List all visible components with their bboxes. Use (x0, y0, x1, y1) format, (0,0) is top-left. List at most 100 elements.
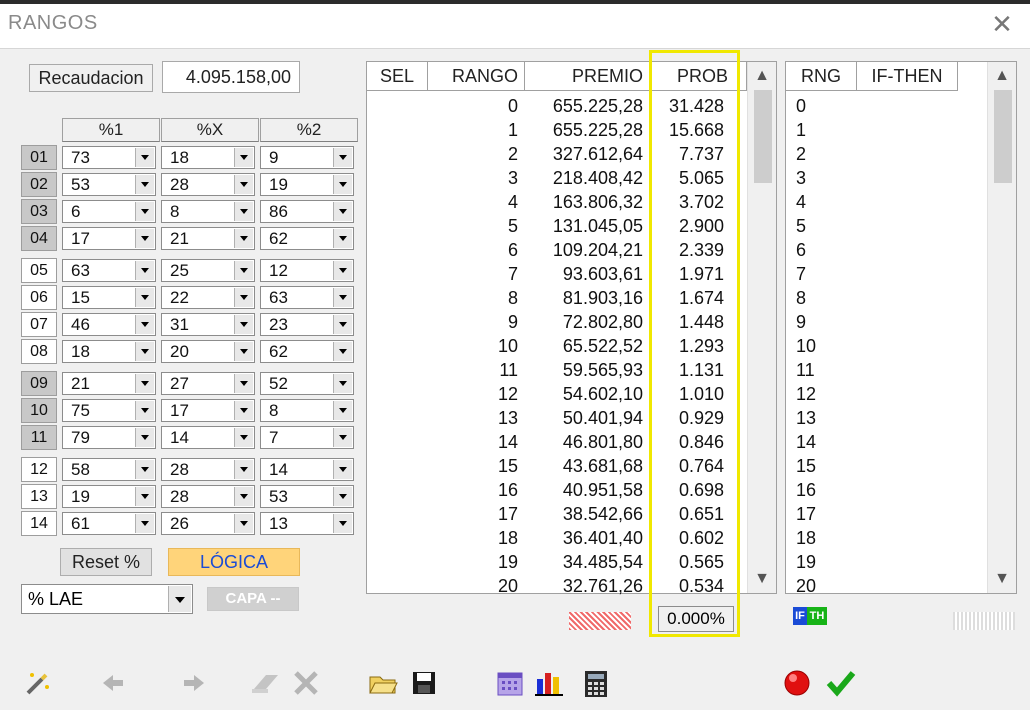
chevron-down-icon[interactable] (135, 401, 154, 420)
close-icon[interactable]: ✕ (986, 8, 1018, 40)
chevron-down-icon[interactable] (135, 460, 154, 479)
table-row[interactable]: 15 (786, 454, 986, 478)
arrow-right-icon[interactable] (178, 667, 212, 699)
wand-icon[interactable] (20, 667, 54, 699)
checkmark-icon[interactable] (824, 667, 858, 699)
scroll-thumb[interactable] (754, 90, 772, 183)
chevron-down-icon[interactable] (135, 342, 154, 361)
eraser-icon[interactable] (248, 667, 282, 699)
percent-combo-v1[interactable]: 18 (62, 340, 156, 363)
percent-combo-v2[interactable]: 8 (260, 399, 354, 422)
percent-combo-v2[interactable]: 63 (260, 286, 354, 309)
chevron-down-icon[interactable] (333, 229, 352, 248)
table-row[interactable]: 9 (786, 310, 986, 334)
percent-combo-v2[interactable]: 13 (260, 512, 354, 535)
chevron-down-icon[interactable] (135, 202, 154, 221)
chevron-down-icon[interactable] (333, 202, 352, 221)
chevron-down-icon[interactable] (135, 428, 154, 447)
chevron-down-icon[interactable] (333, 315, 352, 334)
percent-combo-v2[interactable]: 12 (260, 259, 354, 282)
delete-x-icon[interactable] (288, 667, 322, 699)
chevron-down-icon[interactable] (135, 514, 154, 533)
chevron-down-icon[interactable] (234, 374, 253, 393)
percent-combo-v1[interactable]: 58 (62, 458, 156, 481)
percent-combo-vx[interactable]: 25 (161, 259, 255, 282)
chevron-down-icon[interactable] (234, 514, 253, 533)
chevron-down-icon[interactable] (333, 514, 352, 533)
table-row[interactable]: 1 (786, 118, 986, 142)
scroll-up-icon[interactable]: ▲ (748, 62, 776, 90)
percent-combo-vx[interactable]: 14 (161, 426, 255, 449)
col-header-sel[interactable]: SEL (367, 62, 428, 91)
col-header-rango[interactable]: RANGO (428, 62, 525, 91)
chevron-down-icon[interactable] (234, 342, 253, 361)
percent-combo-v1[interactable]: 46 (62, 313, 156, 336)
percent-combo-vx[interactable]: 17 (161, 399, 255, 422)
table-row[interactable]: 17 (786, 502, 986, 526)
table-row[interactable]: 2 (786, 142, 986, 166)
calendar-icon[interactable] (493, 667, 527, 699)
percent-combo-v1[interactable]: 73 (62, 146, 156, 169)
chevron-down-icon[interactable] (135, 229, 154, 248)
chevron-down-icon[interactable] (234, 401, 253, 420)
scroll-down-icon[interactable]: ▼ (988, 565, 1016, 593)
chevron-down-icon[interactable] (333, 374, 352, 393)
lae-select[interactable]: % LAE (21, 584, 193, 614)
chevron-down-icon[interactable] (234, 460, 253, 479)
percent-combo-vx[interactable]: 8 (161, 200, 255, 223)
percent-combo-v2[interactable]: 52 (260, 372, 354, 395)
table-row[interactable]: 12 (786, 382, 986, 406)
if-badge[interactable]: IF (793, 607, 807, 625)
percent-combo-v1[interactable]: 75 (62, 399, 156, 422)
chevron-down-icon[interactable] (135, 315, 154, 334)
chevron-down-icon[interactable] (333, 401, 352, 420)
table-row[interactable]: 10 (786, 334, 986, 358)
th-badge[interactable]: TH (807, 607, 827, 625)
chevron-down-icon[interactable] (333, 288, 352, 307)
percent-combo-v2[interactable]: 9 (260, 146, 354, 169)
arrow-left-icon[interactable] (95, 667, 129, 699)
percent-combo-vx[interactable]: 28 (161, 173, 255, 196)
percent-combo-vx[interactable]: 28 (161, 458, 255, 481)
chevron-down-icon[interactable] (135, 487, 154, 506)
chevron-down-icon[interactable] (234, 202, 253, 221)
table-row[interactable]: 13 (786, 406, 986, 430)
percent-combo-vx[interactable]: 21 (161, 227, 255, 250)
percent-combo-vx[interactable]: 28 (161, 485, 255, 508)
table-row[interactable]: 7 (786, 262, 986, 286)
percent-combo-v2[interactable]: 62 (260, 340, 354, 363)
percent-combo-vx[interactable]: 20 (161, 340, 255, 363)
recaudacion-field[interactable]: 4.095.158,00 (162, 61, 300, 93)
chevron-down-icon[interactable] (234, 261, 253, 280)
col-header-premio[interactable]: PREMIO (525, 62, 650, 91)
chevron-down-icon[interactable] (333, 460, 352, 479)
chevron-down-icon[interactable] (333, 175, 352, 194)
percent-combo-vx[interactable]: 31 (161, 313, 255, 336)
chevron-down-icon[interactable] (135, 288, 154, 307)
percent-combo-vx[interactable]: 18 (161, 146, 255, 169)
table-row[interactable]: 19 (786, 550, 986, 574)
calculator-icon[interactable] (579, 667, 613, 699)
table-row[interactable]: 3 (786, 166, 986, 190)
chevron-down-icon[interactable] (234, 175, 253, 194)
chevron-down-icon[interactable] (234, 487, 253, 506)
table-row[interactable]: 0 (786, 94, 986, 118)
scroll-down-icon[interactable]: ▼ (748, 565, 776, 593)
chevron-down-icon[interactable] (333, 428, 352, 447)
percent-combo-v2[interactable]: 19 (260, 173, 354, 196)
percent-combo-vx[interactable]: 27 (161, 372, 255, 395)
table-row[interactable]: 6 (786, 238, 986, 262)
percent-combo-v2[interactable]: 14 (260, 458, 354, 481)
percent-combo-vx[interactable]: 26 (161, 512, 255, 535)
ifthen-scrollbar[interactable]: ▲ ▼ (987, 62, 1016, 593)
percent-combo-v2[interactable]: 86 (260, 200, 354, 223)
reset-percent-button[interactable]: Reset % (60, 548, 152, 576)
table-row[interactable]: 20 (786, 574, 986, 598)
percent-combo-vx[interactable]: 22 (161, 286, 255, 309)
table-row[interactable]: 11 (786, 358, 986, 382)
percent-combo-v2[interactable]: 23 (260, 313, 354, 336)
chevron-down-icon[interactable] (333, 487, 352, 506)
bar-chart-icon[interactable] (532, 667, 566, 699)
table-row[interactable]: 5 (786, 214, 986, 238)
percent-combo-v1[interactable]: 53 (62, 173, 156, 196)
